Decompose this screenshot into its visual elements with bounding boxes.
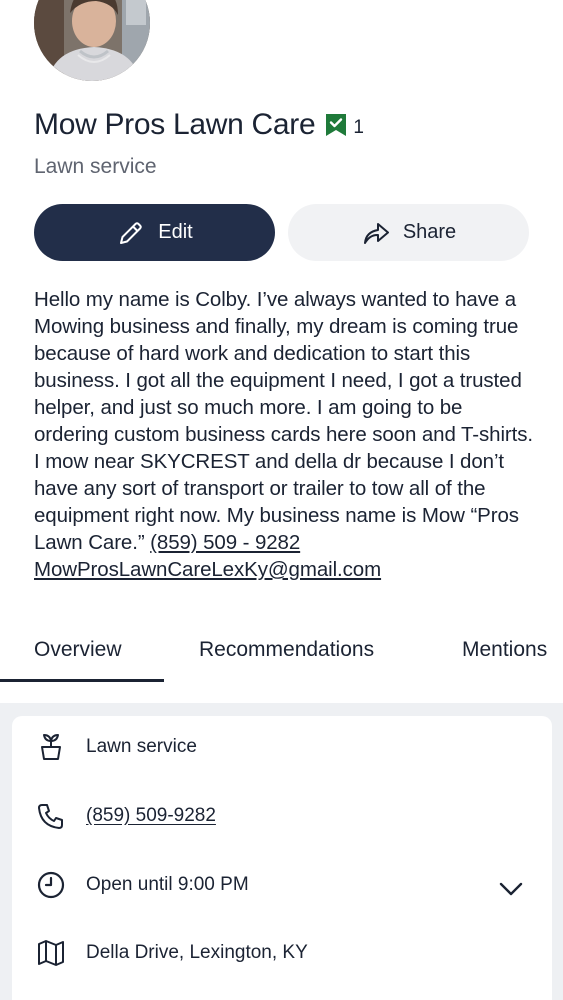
- edit-button[interactable]: Edit: [34, 204, 275, 261]
- share-arrow-icon: [363, 222, 389, 244]
- tab-mentions[interactable]: Mentions: [462, 638, 547, 662]
- detail-phone[interactable]: (859) 509-9282: [36, 800, 216, 832]
- recommendation-count: 1: [353, 117, 364, 138]
- description-text: Hello my name is Colby. I’ve always want…: [34, 288, 534, 554]
- avatar[interactable]: [34, 0, 150, 81]
- detail-phone-link[interactable]: (859) 509-9282: [86, 805, 216, 827]
- share-button[interactable]: Share: [288, 204, 529, 261]
- detail-address[interactable]: Della Drive, Lexington, KY: [36, 937, 308, 969]
- tab-recommendations[interactable]: Recommendations: [199, 638, 374, 662]
- tab-overview[interactable]: Overview: [34, 638, 122, 662]
- detail-category-text: Lawn service: [86, 736, 197, 757]
- share-button-label: Share: [402, 221, 457, 243]
- pencil-icon: [120, 221, 143, 244]
- edit-button-label: Edit: [158, 221, 193, 243]
- map-icon: [38, 940, 64, 966]
- description-phone-link[interactable]: (859) 509 - 9282: [150, 531, 300, 554]
- business-title-row: Mow Pros Lawn Care 1: [34, 103, 364, 147]
- business-category: Lawn service: [34, 155, 157, 178]
- recommendation-badge[interactable]: 1: [324, 111, 364, 139]
- page-title: Mow Pros Lawn Care: [34, 108, 316, 141]
- profile-tabs: Overview Recommendations Mentions: [0, 630, 563, 682]
- detail-hours-text: Open until 9:00 PM: [86, 874, 249, 895]
- plant-pot-icon: [41, 734, 61, 760]
- chevron-down-icon[interactable]: [497, 875, 525, 903]
- profile-photo: [34, 0, 150, 81]
- phone-icon: [38, 804, 63, 829]
- active-tab-indicator: [0, 679, 164, 682]
- business-profile-page: Mow Pros Lawn Care 1 Lawn service Edit S…: [0, 0, 563, 1000]
- business-description: Hello my name is Colby. I’ve always want…: [34, 286, 539, 583]
- bookmark-check-icon: [326, 114, 347, 136]
- detail-hours[interactable]: Open until 9:00 PM: [36, 869, 249, 901]
- detail-address-text: Della Drive, Lexington, KY: [86, 942, 308, 963]
- detail-category: Lawn service: [36, 731, 197, 763]
- description-email-link[interactable]: MowProsLawnCareLexKy@gmail.com: [34, 558, 381, 581]
- clock-icon: [37, 871, 65, 899]
